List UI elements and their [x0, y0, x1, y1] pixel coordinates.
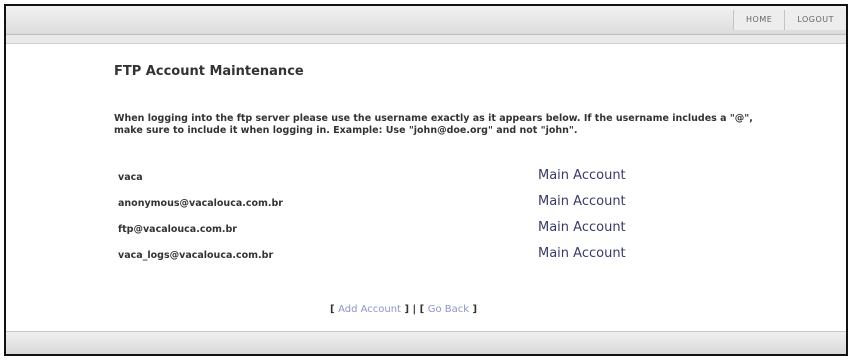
bracket-separator: ] | [ — [404, 304, 425, 315]
account-username: anonymous@vacalouca.com.br — [118, 198, 283, 209]
account-username: vaca_logs@vacalouca.com.br — [118, 250, 274, 261]
main-content: FTP Account Maintenance When logging int… — [114, 64, 764, 315]
bottom-bar — [6, 331, 846, 354]
go-back-link[interactable]: Go Back — [428, 304, 469, 315]
account-type-link[interactable]: Main Account — [538, 168, 626, 183]
account-row: ftp@vacalouca.com.br Main Account — [114, 220, 764, 246]
action-links: [ Add Account ] | [ Go Back ] — [330, 304, 477, 315]
add-account-link[interactable]: Add Account — [338, 304, 401, 315]
account-list: vaca Main Account anonymous@vacalouca.co… — [114, 168, 764, 272]
page-title: FTP Account Maintenance — [114, 64, 304, 79]
account-row: vaca_logs@vacalouca.com.br Main Account — [114, 246, 764, 272]
top-bar: HOME LOGOUT — [6, 6, 846, 35]
browser-frame: HOME LOGOUT FTP Account Maintenance When… — [4, 4, 848, 356]
account-type-link[interactable]: Main Account — [538, 220, 626, 235]
account-type-link[interactable]: Main Account — [538, 194, 626, 209]
logout-link[interactable]: LOGOUT — [784, 10, 846, 30]
bracket-open: [ — [330, 304, 335, 315]
top-nav: HOME LOGOUT — [733, 10, 846, 30]
login-instructions: When logging into the ftp server please … — [114, 113, 753, 136]
account-username: vaca — [118, 172, 143, 183]
account-row: vaca Main Account — [114, 168, 764, 194]
account-row: anonymous@vacalouca.com.br Main Account — [114, 194, 764, 220]
top-rule — [6, 35, 846, 44]
home-link[interactable]: HOME — [733, 10, 785, 30]
account-type-link[interactable]: Main Account — [538, 246, 626, 261]
bracket-close: ] — [472, 304, 478, 315]
account-username: ftp@vacalouca.com.br — [118, 224, 237, 235]
